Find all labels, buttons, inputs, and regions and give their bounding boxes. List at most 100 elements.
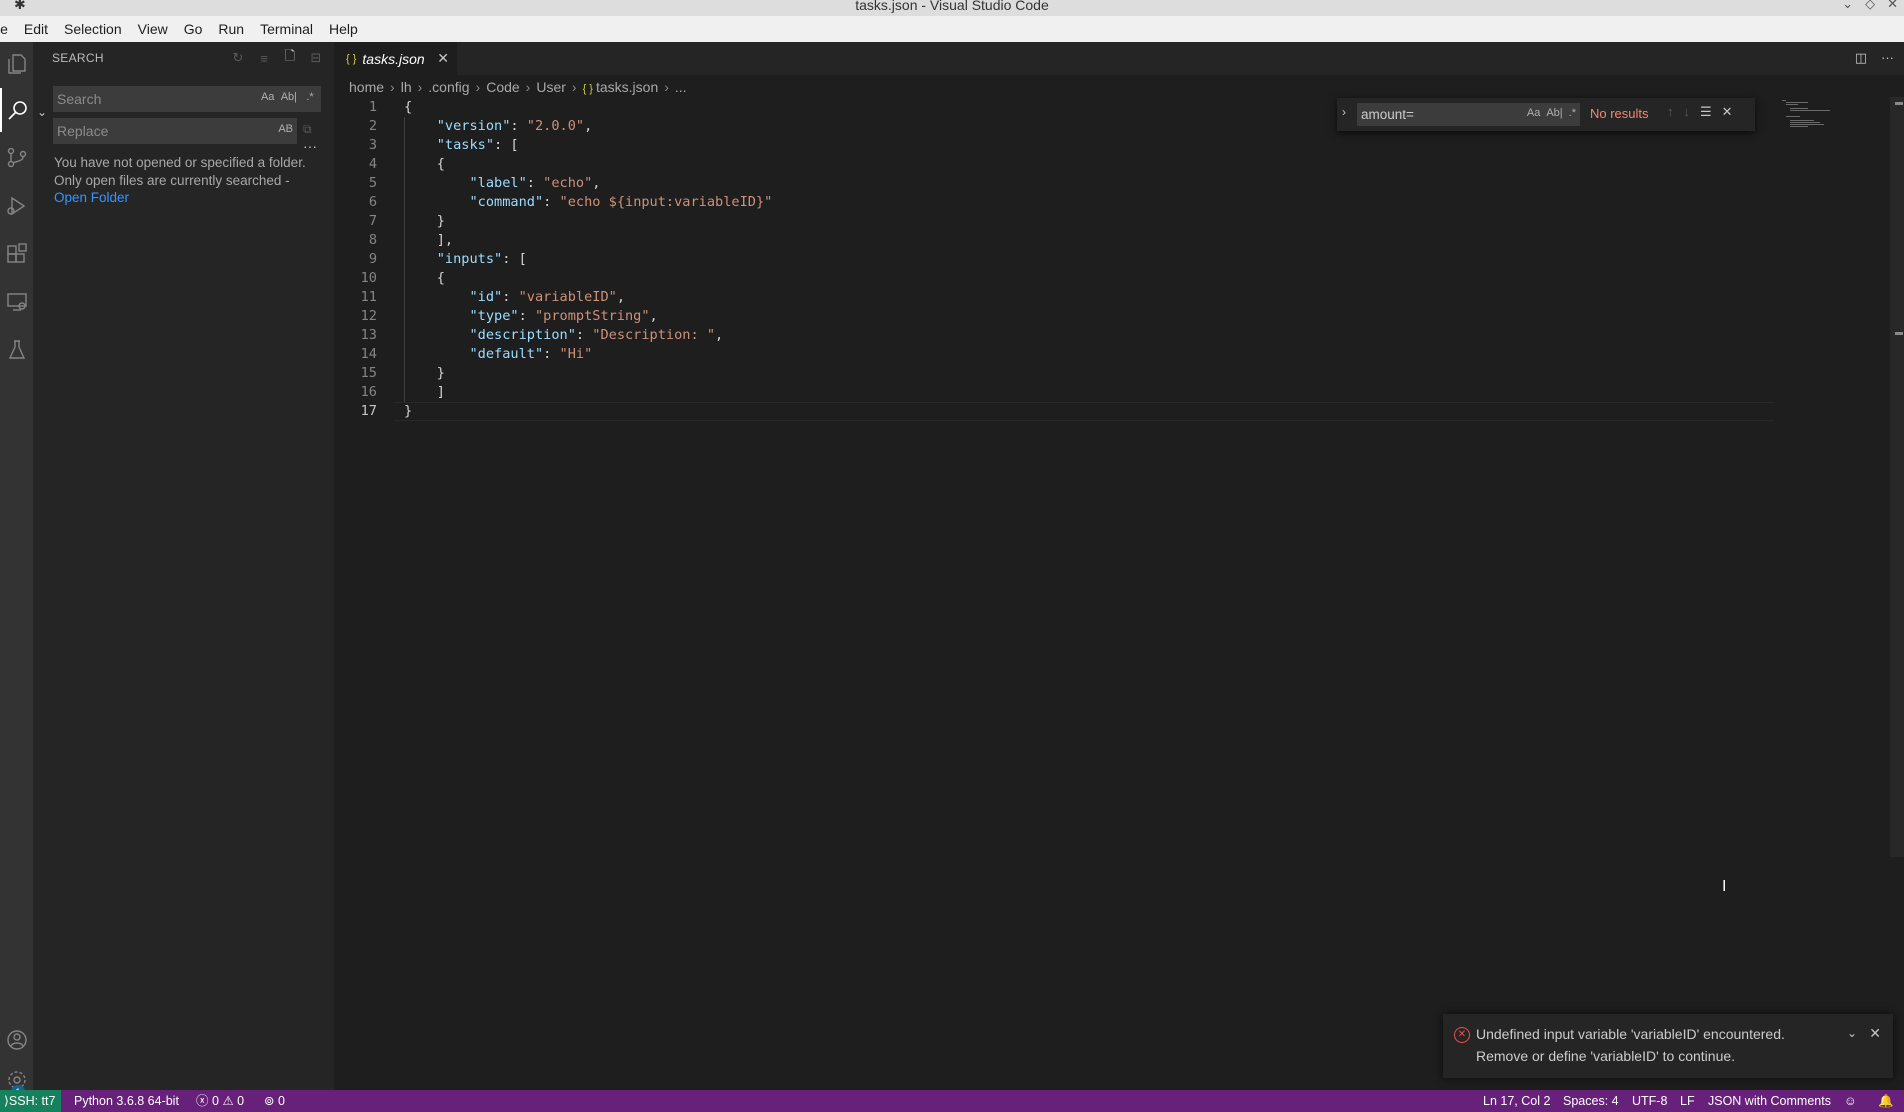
line-number: 8 bbox=[368, 232, 377, 248]
collapse-all-icon[interactable]: ⊟ bbox=[308, 50, 324, 66]
menu-file[interactable]: le bbox=[0, 16, 16, 42]
breadcrumb-user[interactable]: User bbox=[536, 79, 566, 95]
close-notification-icon[interactable]: ✕ bbox=[1869, 1025, 1881, 1042]
no-folder-message: You have not opened or specified a folde… bbox=[54, 154, 324, 190]
match-case-icon[interactable]: Aa bbox=[261, 91, 275, 103]
problems-indicator[interactable]: ⓧ 0 ⚠ 0 bbox=[196, 1090, 244, 1112]
previous-match-icon[interactable]: ↑ bbox=[1667, 104, 1674, 120]
encoding[interactable]: UTF-8 bbox=[1632, 1090, 1667, 1112]
menu-terminal[interactable]: Terminal bbox=[252, 16, 321, 42]
search-icon[interactable] bbox=[0, 88, 33, 132]
clear-results-icon[interactable]: ≡ bbox=[256, 50, 272, 66]
minimap[interactable] bbox=[1778, 97, 1888, 131]
code-line: 3 "tasks": [ bbox=[334, 136, 1774, 155]
find-in-selection-icon[interactable]: ☰ bbox=[1700, 104, 1712, 120]
remote-indicator[interactable]: ⟩SSH: tt7 bbox=[0, 1090, 62, 1112]
line-number: 3 bbox=[368, 137, 377, 153]
code-text: "type": "promptString", bbox=[469, 308, 658, 324]
error-icon: ✕ bbox=[1454, 1027, 1470, 1043]
toggle-replace-chevron-icon[interactable]: › bbox=[1342, 105, 1346, 119]
code-text: "inputs": [ bbox=[436, 251, 527, 267]
line-number: 12 bbox=[360, 308, 377, 324]
code-editor[interactable]: 1{2 "version": "2.0.0", 3 "tasks": [4 {5 … bbox=[334, 98, 1774, 421]
menu-help[interactable]: Help bbox=[321, 16, 366, 42]
code-text: } bbox=[404, 365, 445, 381]
refresh-icon[interactable]: ↻ bbox=[230, 50, 246, 66]
close-find-icon[interactable]: ✕ bbox=[1722, 104, 1733, 120]
editor-actions: ◫ ··· bbox=[1855, 50, 1894, 66]
indentation[interactable]: Spaces: 4 bbox=[1563, 1090, 1619, 1112]
code-line: 17} bbox=[334, 402, 1774, 421]
error-count: 0 bbox=[212, 1094, 219, 1108]
replace-input-box: AB bbox=[53, 118, 297, 144]
whole-word-icon[interactable]: Ab| bbox=[281, 91, 297, 103]
breadcrumb-file[interactable]: { } tasks.json bbox=[583, 79, 659, 95]
feedback-icon[interactable]: ☺ bbox=[1844, 1090, 1857, 1112]
breadcrumb-lh[interactable]: lh bbox=[401, 79, 412, 95]
breadcrumb-code[interactable]: Code bbox=[486, 79, 519, 95]
code-line: 13 "description": "Description: ", bbox=[334, 326, 1774, 345]
window-title: tasks.json - Visual Studio Code bbox=[855, 0, 1049, 13]
find-input[interactable] bbox=[1361, 106, 1501, 123]
line-number: 14 bbox=[360, 346, 377, 362]
remote-explorer-icon[interactable] bbox=[0, 280, 33, 324]
close-window-icon[interactable]: ✕ bbox=[1887, 0, 1898, 12]
extensions-icon[interactable] bbox=[0, 232, 33, 276]
line-number: 13 bbox=[360, 327, 377, 343]
explorer-icon[interactable] bbox=[0, 42, 33, 86]
menu-go[interactable]: Go bbox=[176, 16, 211, 42]
code-line: 10 { bbox=[334, 269, 1774, 288]
python-interpreter[interactable]: Python 3.6.8 64-bit bbox=[74, 1090, 179, 1112]
search-input[interactable] bbox=[57, 90, 257, 108]
more-actions-icon[interactable]: ··· bbox=[1881, 50, 1894, 66]
code-line: 12 "type": "promptString", bbox=[334, 307, 1774, 326]
maximize-icon[interactable]: ◇ bbox=[1865, 0, 1875, 12]
new-search-editor-icon[interactable]: 🗋 bbox=[282, 48, 298, 66]
whole-word-icon[interactable]: Ab| bbox=[1546, 107, 1562, 119]
regex-icon[interactable]: .* bbox=[1569, 107, 1576, 119]
breadcrumb-symbols[interactable]: ... bbox=[675, 79, 687, 95]
open-folder-link[interactable]: Open Folder bbox=[54, 190, 129, 205]
breadcrumb-config[interactable]: .config bbox=[428, 79, 469, 95]
notifications-bell-icon[interactable]: 🔔 bbox=[1878, 1090, 1894, 1112]
chevron-down-icon[interactable]: ⌄ bbox=[1847, 1026, 1857, 1040]
run-debug-icon[interactable] bbox=[0, 184, 33, 228]
code-text: { bbox=[404, 156, 445, 172]
ports-indicator[interactable]: ⊚ 0 bbox=[264, 1090, 285, 1112]
split-editor-icon[interactable]: ◫ bbox=[1855, 50, 1867, 66]
menu-view[interactable]: View bbox=[130, 16, 176, 42]
accounts-icon[interactable] bbox=[0, 1018, 33, 1062]
code-text: ] bbox=[404, 384, 445, 400]
json-file-icon: { } bbox=[582, 83, 593, 95]
match-case-icon[interactable]: Aa bbox=[1527, 107, 1540, 119]
code-line: 4 { bbox=[334, 155, 1774, 174]
line-number: 15 bbox=[360, 365, 377, 381]
minimize-icon[interactable]: ⌄ bbox=[1842, 0, 1853, 12]
next-match-icon[interactable]: ↓ bbox=[1684, 104, 1691, 120]
menu-edit[interactable]: Edit bbox=[16, 16, 56, 42]
code-text: "command": "echo ${input:variableID}" bbox=[469, 194, 773, 210]
code-text: "id": "variableID", bbox=[469, 289, 626, 305]
replace-input[interactable] bbox=[57, 122, 257, 140]
search-details-toggle[interactable]: ··· bbox=[303, 138, 317, 154]
regex-icon[interactable]: .* bbox=[303, 91, 317, 103]
no-folder-message-line2: Only open files are currently searched - bbox=[54, 173, 290, 188]
code-line: 5 "label": "echo", bbox=[334, 174, 1774, 193]
source-control-icon[interactable] bbox=[0, 136, 33, 180]
vertical-scrollbar[interactable] bbox=[1890, 97, 1904, 857]
breadcrumb-home[interactable]: home bbox=[349, 79, 384, 95]
notification-message: Undefined input variable 'variableID' en… bbox=[1476, 1026, 1785, 1042]
cursor-position[interactable]: Ln 17, Col 2 bbox=[1483, 1090, 1550, 1112]
toggle-replace-icon[interactable]: ⌄ bbox=[37, 105, 47, 119]
chevron-right-icon: › bbox=[475, 79, 481, 95]
language-mode[interactable]: JSON with Comments bbox=[1708, 1090, 1831, 1112]
close-tab-icon[interactable]: ✕ bbox=[437, 50, 449, 67]
replace-all-icon[interactable]: ⧉ bbox=[303, 122, 312, 137]
testing-icon[interactable] bbox=[0, 328, 33, 372]
menu-selection[interactable]: Selection bbox=[56, 16, 130, 42]
tab-tasks-json[interactable]: { } tasks.json ✕ bbox=[334, 42, 457, 75]
menu-bar: le Edit Selection View Go Run Terminal H… bbox=[0, 16, 1904, 42]
end-of-line[interactable]: LF bbox=[1680, 1090, 1695, 1112]
preserve-case-icon[interactable]: AB bbox=[278, 123, 293, 135]
menu-run[interactable]: Run bbox=[210, 16, 252, 42]
